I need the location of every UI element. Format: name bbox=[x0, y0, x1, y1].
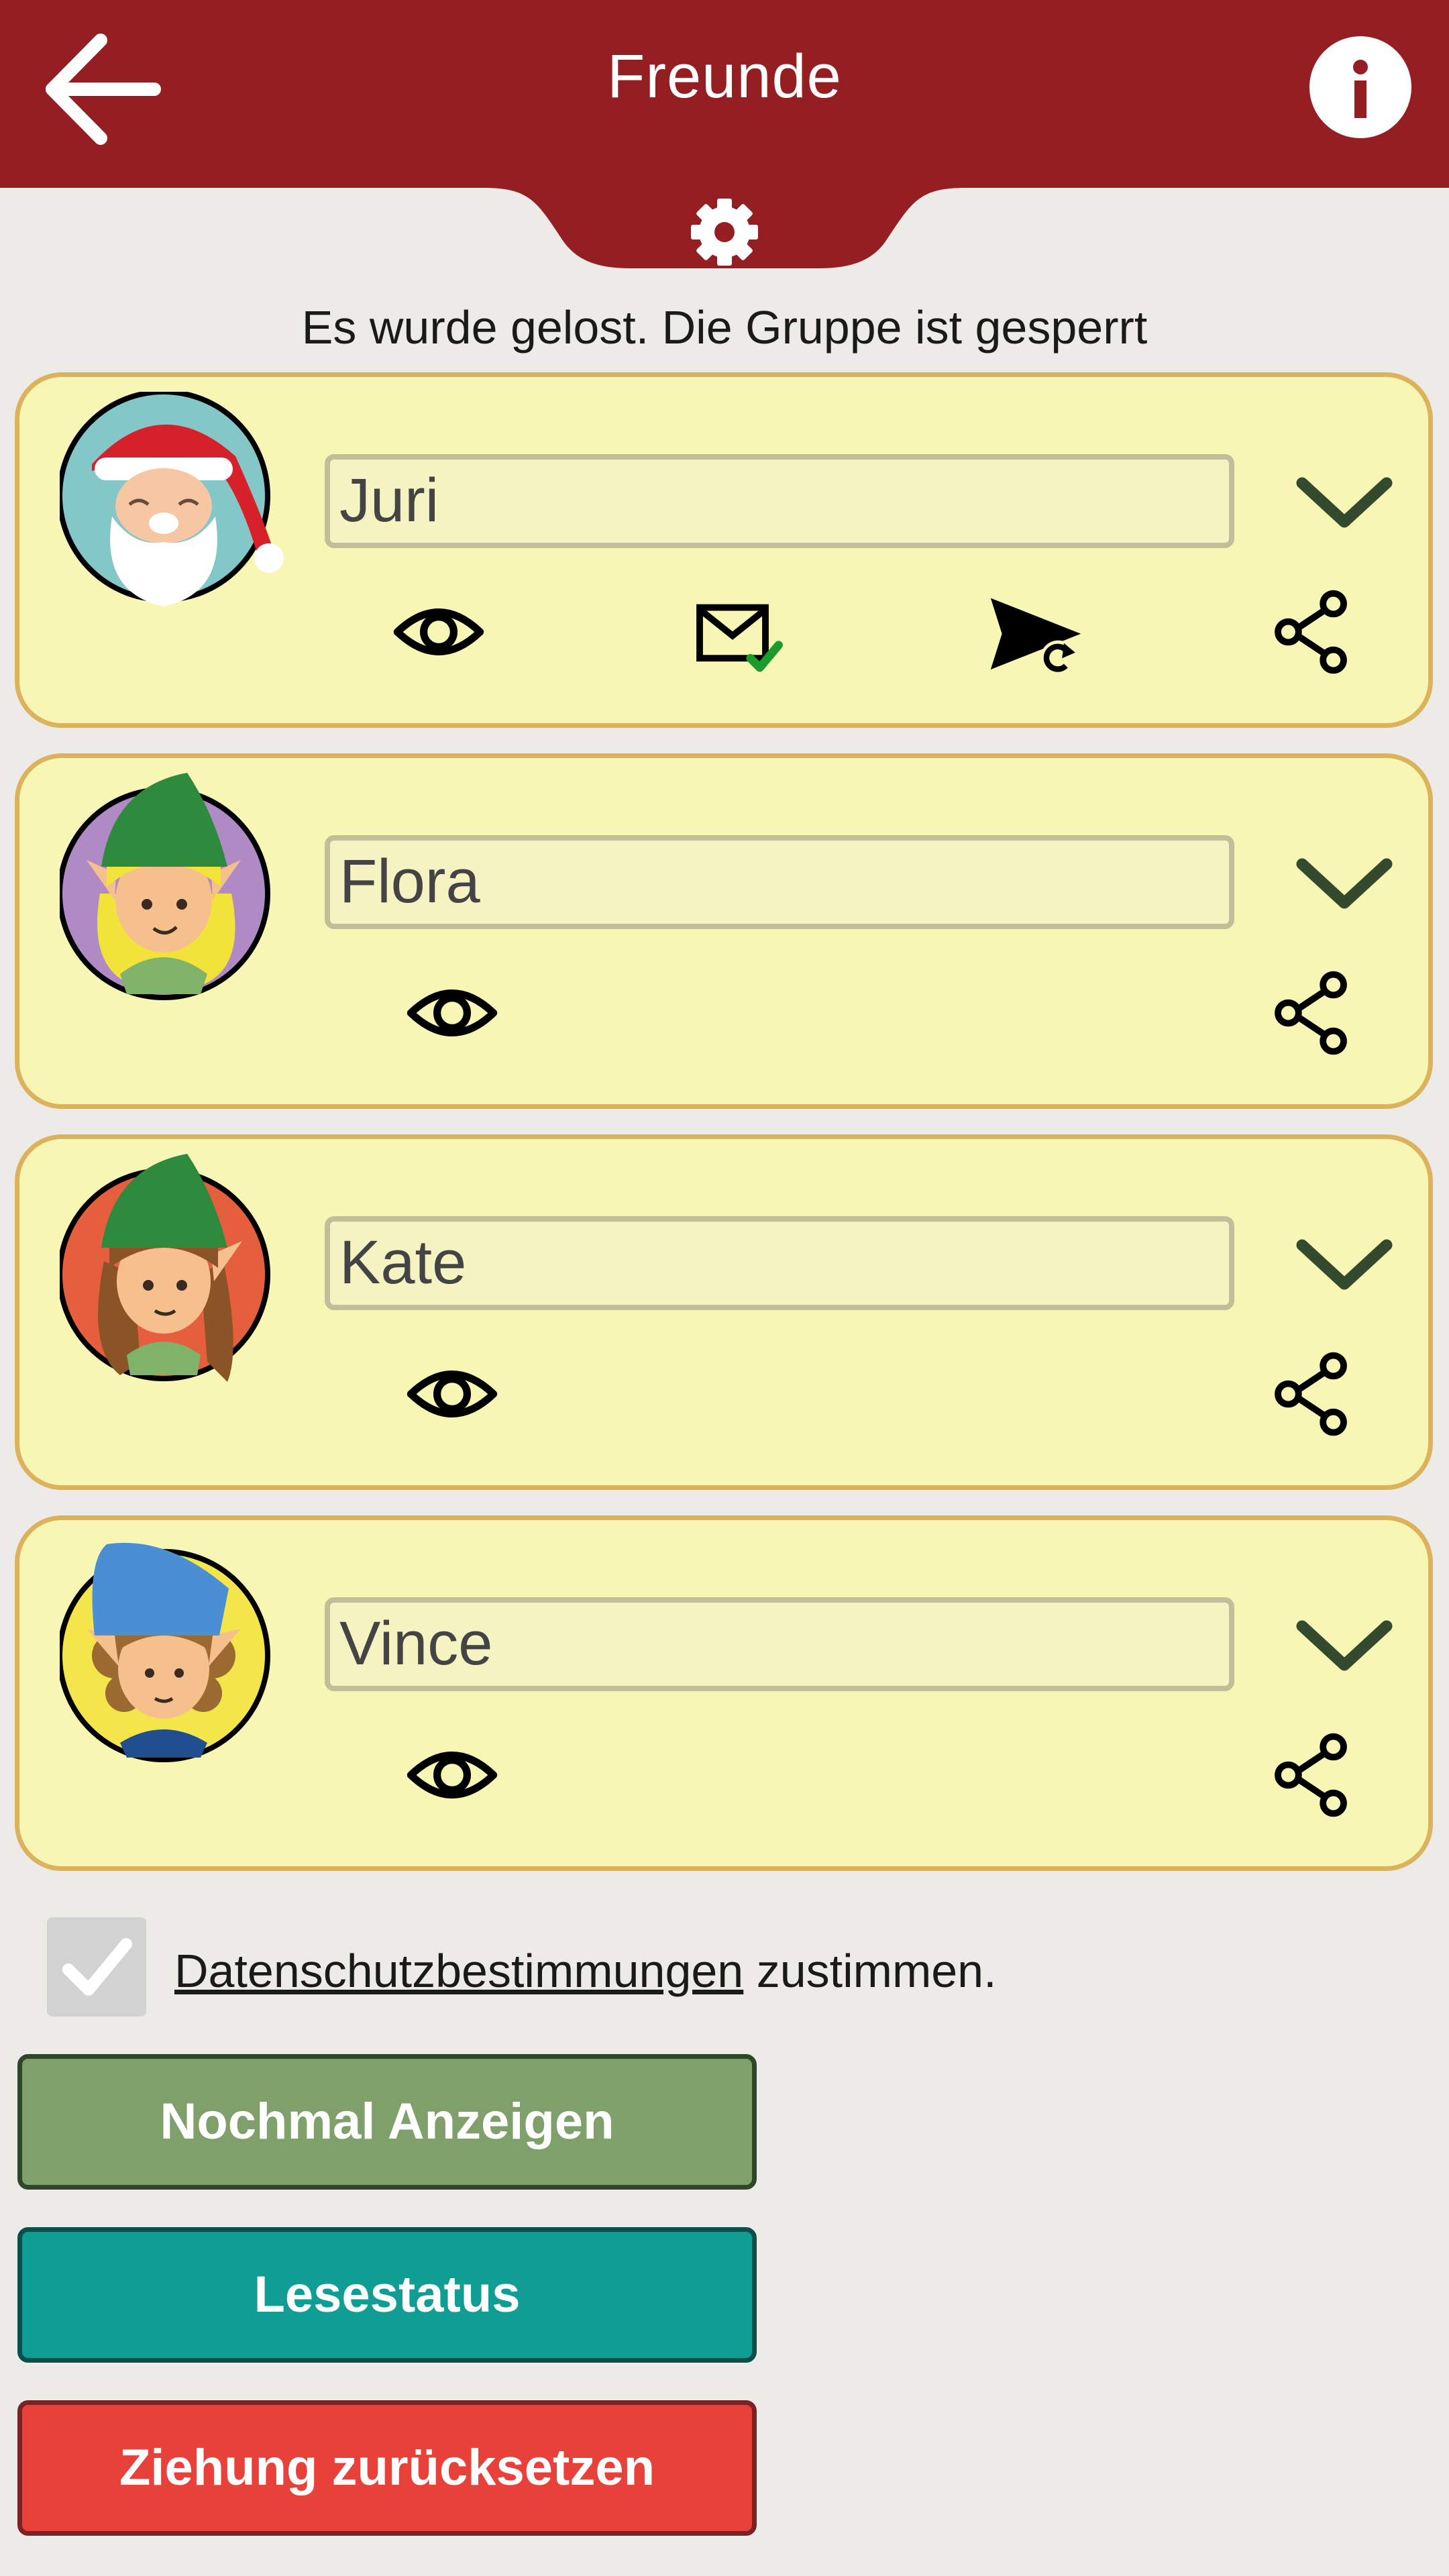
expand-button[interactable] bbox=[1294, 1226, 1395, 1300]
view-button[interactable] bbox=[392, 585, 486, 679]
show-again-button[interactable]: Nochmal Anzeigen bbox=[17, 2054, 757, 2190]
lock-status-text: Es wurde gelost. Die Gruppe ist gesperrt bbox=[301, 301, 1148, 354]
friend-name-input[interactable]: Kate bbox=[325, 1216, 1234, 1310]
friend-card: Vince bbox=[15, 1515, 1433, 1871]
elf-girl-brown-avatar[interactable] bbox=[57, 1154, 288, 1382]
eye-icon bbox=[405, 1347, 499, 1441]
resend-icon bbox=[989, 585, 1083, 679]
checkmark-icon bbox=[62, 1938, 132, 1996]
chevron-down-icon bbox=[1294, 1607, 1395, 1681]
friend-name-input[interactable]: Juri bbox=[325, 454, 1234, 548]
eye-icon bbox=[405, 966, 499, 1060]
expand-button[interactable] bbox=[1294, 464, 1395, 538]
page-title: Freunde bbox=[607, 42, 842, 111]
friend-card: Juri bbox=[15, 372, 1433, 728]
elf-girl-blonde-avatar[interactable] bbox=[57, 773, 288, 1001]
view-button[interactable] bbox=[405, 966, 499, 1060]
resend-button[interactable] bbox=[989, 585, 1083, 679]
view-button[interactable] bbox=[405, 1347, 499, 1441]
eye-icon bbox=[392, 585, 486, 679]
share-button[interactable] bbox=[1264, 585, 1358, 679]
back-button[interactable] bbox=[39, 25, 166, 153]
info-icon bbox=[1353, 60, 1368, 118]
share-icon bbox=[1264, 585, 1358, 679]
friend-name-input[interactable]: Vince bbox=[325, 1597, 1234, 1691]
share-button[interactable] bbox=[1264, 1347, 1358, 1441]
privacy-checkbox[interactable] bbox=[47, 1917, 146, 2017]
share-button[interactable] bbox=[1264, 1728, 1358, 1822]
chevron-down-icon bbox=[1294, 1226, 1395, 1300]
eye-icon bbox=[405, 1728, 499, 1822]
friend-name-input[interactable]: Flora bbox=[325, 835, 1234, 929]
expand-button[interactable] bbox=[1294, 1607, 1395, 1681]
privacy-consent: Datenschutzbestimmungen zustimmen. bbox=[47, 1917, 1322, 2018]
view-button[interactable] bbox=[405, 1728, 499, 1822]
share-button[interactable] bbox=[1264, 966, 1358, 1060]
santa-avatar[interactable] bbox=[57, 389, 288, 620]
share-icon bbox=[1264, 1347, 1358, 1441]
mail-read-button[interactable] bbox=[690, 585, 784, 679]
friend-card: Kate bbox=[15, 1134, 1433, 1490]
chevron-down-icon bbox=[1294, 845, 1395, 919]
privacy-text: Datenschutzbestimmungen zustimmen. bbox=[174, 1944, 997, 1998]
read-status-button[interactable]: Lesestatus bbox=[17, 2227, 757, 2363]
elf-boy-curly-avatar[interactable] bbox=[57, 1535, 288, 1763]
reset-draw-button[interactable]: Ziehung zurücksetzen bbox=[17, 2400, 757, 2536]
arrow-left-icon bbox=[46, 34, 161, 145]
share-icon bbox=[1264, 1728, 1358, 1822]
chevron-down-icon bbox=[1294, 464, 1395, 538]
privacy-policy-link[interactable]: Datenschutzbestimmungen bbox=[174, 1945, 743, 1997]
friend-card: Flora bbox=[15, 753, 1433, 1109]
expand-button[interactable] bbox=[1294, 845, 1395, 919]
mail-read-icon bbox=[690, 585, 784, 679]
privacy-suffix: zustimmen. bbox=[743, 1945, 997, 1997]
gear-icon bbox=[691, 199, 758, 266]
app-header: Freunde bbox=[0, 0, 1449, 186]
info-button[interactable] bbox=[1309, 36, 1411, 138]
settings-button[interactable] bbox=[684, 192, 765, 272]
share-icon bbox=[1264, 966, 1358, 1060]
